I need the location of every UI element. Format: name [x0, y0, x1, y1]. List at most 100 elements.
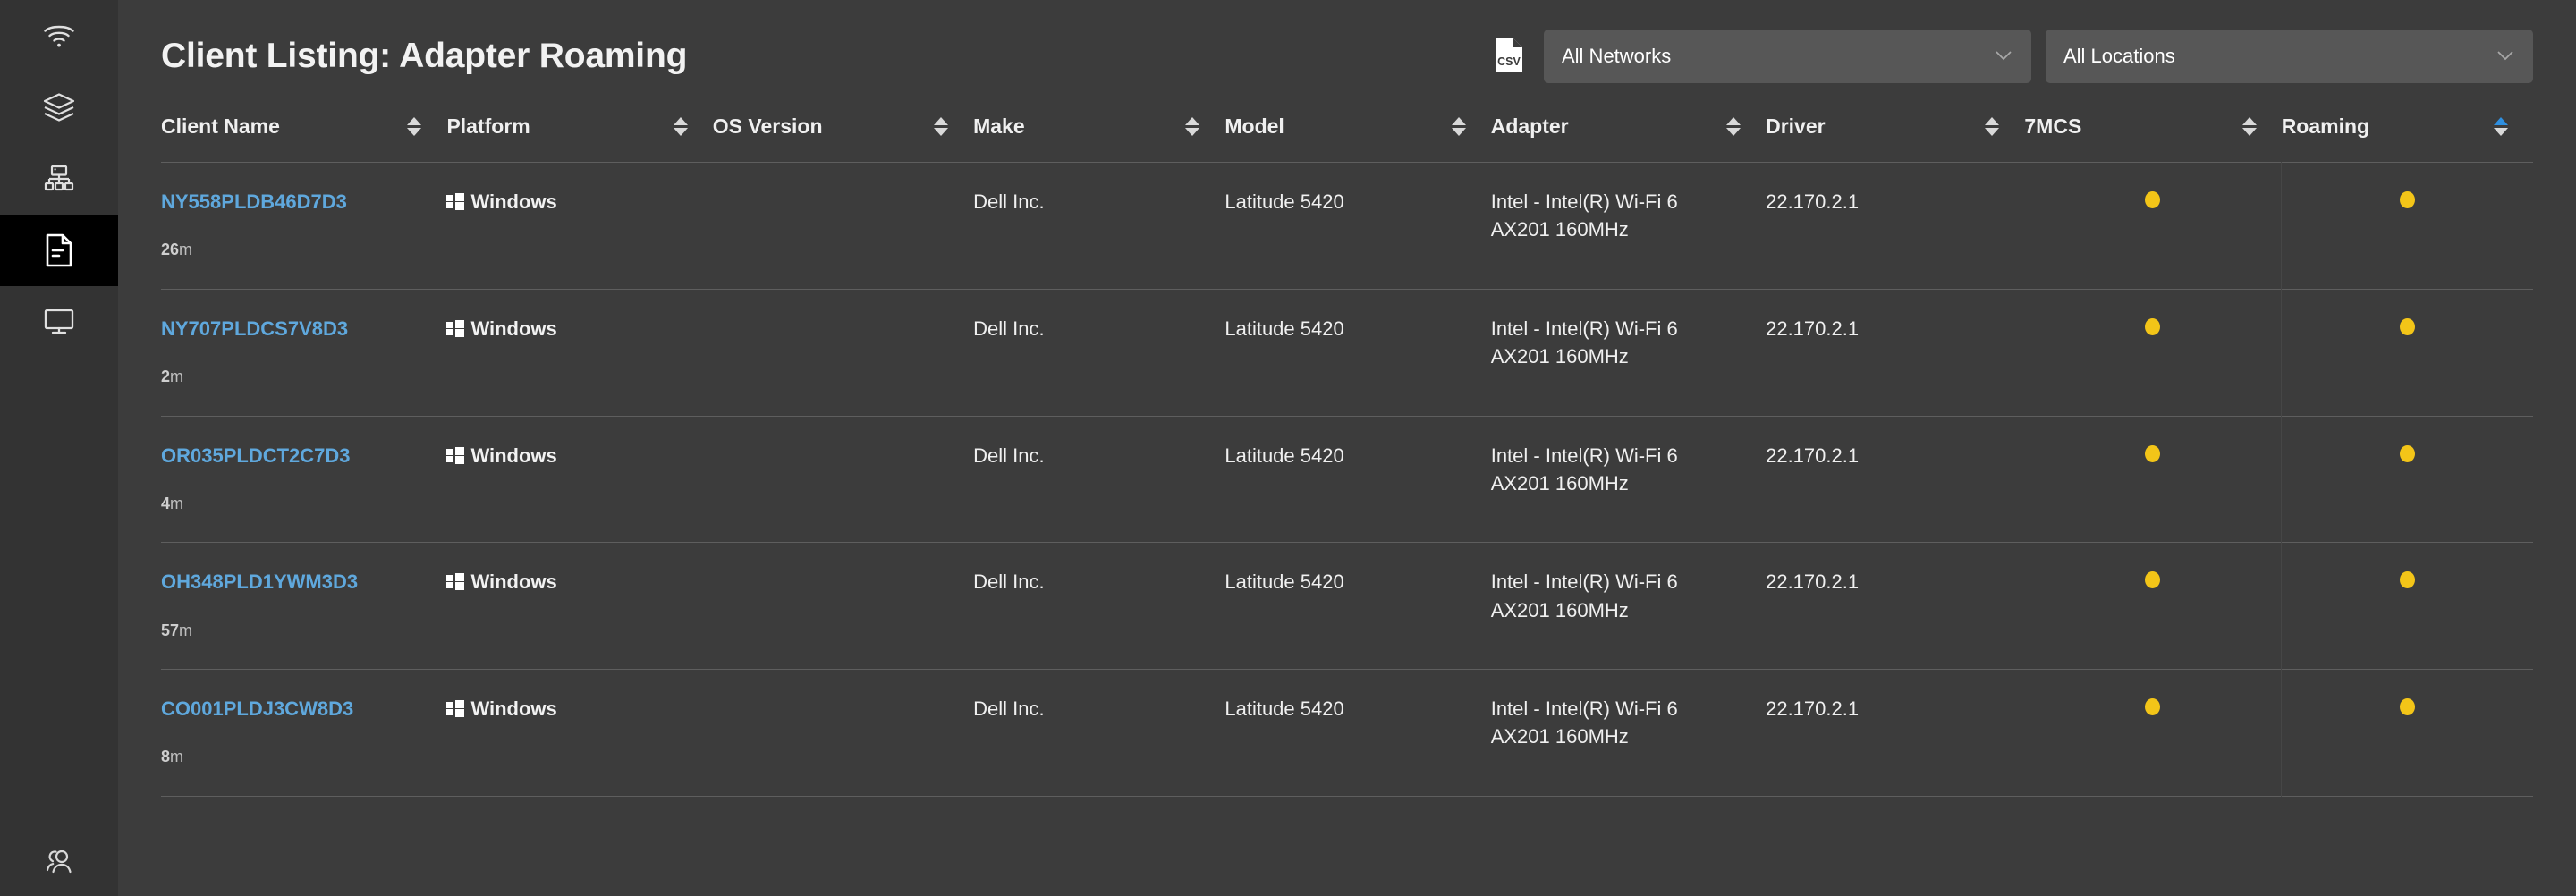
windows-logo-icon — [446, 320, 464, 337]
client-age: 2m — [161, 366, 446, 389]
cell-os-version — [713, 289, 973, 416]
column-header-platform[interactable]: Platform — [446, 114, 712, 163]
chevron-down-icon — [1994, 47, 2013, 65]
column-label: Platform — [446, 114, 530, 139]
page-toolbar: Client Listing: Adapter Roaming CSV All … — [161, 0, 2533, 107]
cell-platform: Windows — [446, 163, 712, 290]
column-header-client-name[interactable]: Client Name — [161, 114, 446, 163]
network-filter-select[interactable]: All Networks — [1544, 30, 2031, 83]
status-dot-roaming — [2400, 445, 2415, 462]
cell-adapter: Intel - Intel(R) Wi-Fi 6 AX201 160MHz — [1491, 670, 1766, 797]
cell-7mcs — [2024, 289, 2281, 416]
sort-toggle-make[interactable] — [1185, 117, 1199, 136]
sort-toggle-client-name[interactable] — [407, 117, 421, 136]
column-label: Model — [1224, 114, 1284, 139]
cell-model: Latitude 5420 — [1224, 289, 1490, 416]
sidebar-item-users[interactable] — [0, 824, 118, 896]
client-name-link[interactable]: NY707PLDCS7V8D3 — [161, 315, 348, 342]
cell-client-name: NY558PLDB46D7D3 26m — [161, 163, 446, 290]
svg-text:CSV: CSV — [1497, 55, 1521, 68]
cell-model: Latitude 5420 — [1224, 543, 1490, 670]
client-age: 4m — [161, 493, 446, 516]
location-filter-value: All Locations — [2063, 45, 2175, 68]
table-row: NY558PLDB46D7D3 26m Windows Dell Inc. La… — [161, 163, 2533, 290]
table-row: OH348PLD1YWM3D3 57m Windows Dell Inc. La… — [161, 543, 2533, 670]
cell-adapter: Intel - Intel(R) Wi-Fi 6 AX201 160MHz — [1491, 289, 1766, 416]
sidebar-item-devices[interactable] — [0, 286, 118, 358]
cell-roaming — [2282, 670, 2533, 797]
sort-toggle-driver[interactable] — [1985, 117, 1999, 136]
sort-toggle-platform[interactable] — [674, 117, 688, 136]
location-filter-select[interactable]: All Locations — [2046, 30, 2533, 83]
csv-export-button[interactable]: CSV — [1488, 34, 1530, 79]
network-filter-value: All Networks — [1562, 45, 1671, 68]
cell-model: Latitude 5420 — [1224, 163, 1490, 290]
sidebar — [0, 0, 118, 896]
windows-logo-icon — [446, 447, 464, 464]
status-dot-roaming — [2400, 698, 2415, 715]
table-header-row: Client Name Platform — [161, 114, 2533, 163]
status-dot-7mcs — [2145, 191, 2160, 208]
cell-adapter: Intel - Intel(R) Wi-Fi 6 AX201 160MHz — [1491, 163, 1766, 290]
users-icon — [43, 846, 75, 875]
column-label: OS Version — [713, 114, 823, 139]
column-header-make[interactable]: Make — [973, 114, 1224, 163]
status-dot-7mcs — [2145, 571, 2160, 588]
adapter-line-1: Intel - Intel(R) Wi-Fi 6 — [1491, 190, 1678, 213]
client-age: 57m — [161, 620, 446, 643]
sidebar-item-network-topology[interactable] — [0, 143, 118, 215]
layers-icon — [43, 92, 75, 123]
cell-adapter: Intel - Intel(R) Wi-Fi 6 AX201 160MHz — [1491, 543, 1766, 670]
client-name-link[interactable]: OR035PLDCT2C7D3 — [161, 442, 351, 469]
sort-toggle-model[interactable] — [1452, 117, 1466, 136]
cell-roaming — [2282, 416, 2533, 543]
windows-logo-icon — [446, 700, 464, 717]
column-header-driver[interactable]: Driver — [1766, 114, 2024, 163]
cell-make: Dell Inc. — [973, 543, 1224, 670]
cell-client-name: CO001PLDJ3CW8D3 8m — [161, 670, 446, 797]
sort-toggle-adapter[interactable] — [1726, 117, 1741, 136]
client-age-value: 57 — [161, 621, 179, 639]
client-age: 8m — [161, 746, 446, 769]
column-header-adapter[interactable]: Adapter — [1491, 114, 1766, 163]
adapter-line-1: Intel - Intel(R) Wi-Fi 6 — [1491, 317, 1678, 340]
adapter-line-1: Intel - Intel(R) Wi-Fi 6 — [1491, 571, 1678, 593]
cell-os-version — [713, 670, 973, 797]
client-name-link[interactable]: NY558PLDB46D7D3 — [161, 188, 347, 216]
column-label: Make — [973, 114, 1025, 139]
cell-os-version — [713, 416, 973, 543]
platform-label: Windows — [470, 188, 556, 216]
column-header-model[interactable]: Model — [1224, 114, 1490, 163]
toolbar-controls: CSV All Networks All Locations — [1488, 30, 2533, 83]
platform-label: Windows — [470, 442, 556, 469]
client-listing-table: Client Name Platform — [161, 114, 2533, 797]
client-age-value: 2 — [161, 368, 170, 385]
platform-label: Windows — [470, 315, 556, 342]
status-dot-7mcs — [2145, 318, 2160, 335]
sort-toggle-roaming[interactable] — [2494, 117, 2508, 136]
column-header-os-version[interactable]: OS Version — [713, 114, 973, 163]
column-header-7mcs[interactable]: 7MCS — [2024, 114, 2281, 163]
sort-toggle-7mcs[interactable] — [2242, 117, 2257, 136]
column-header-roaming[interactable]: Roaming — [2282, 114, 2533, 163]
network-topology-icon — [43, 165, 75, 193]
client-age-value: 4 — [161, 494, 170, 512]
platform-label: Windows — [470, 695, 556, 723]
cell-os-version — [713, 543, 973, 670]
cell-platform: Windows — [446, 543, 712, 670]
sort-toggle-os-version[interactable] — [934, 117, 948, 136]
client-name-link[interactable]: OH348PLD1YWM3D3 — [161, 568, 358, 596]
platform-label: Windows — [470, 568, 556, 596]
sidebar-item-layers[interactable] — [0, 72, 118, 143]
adapter-line-2: AX201 160MHz — [1491, 596, 1766, 624]
client-name-link[interactable]: CO001PLDJ3CW8D3 — [161, 695, 353, 723]
column-label: Client Name — [161, 114, 280, 139]
status-dot-7mcs — [2145, 445, 2160, 462]
cell-model: Latitude 5420 — [1224, 670, 1490, 797]
sidebar-item-wifi[interactable] — [0, 0, 118, 72]
monitor-icon — [43, 308, 75, 336]
csv-file-icon: CSV — [1494, 36, 1524, 78]
column-label: Driver — [1766, 114, 1825, 139]
cell-driver: 22.170.2.1 — [1766, 416, 2024, 543]
sidebar-item-reports[interactable] — [0, 215, 118, 286]
